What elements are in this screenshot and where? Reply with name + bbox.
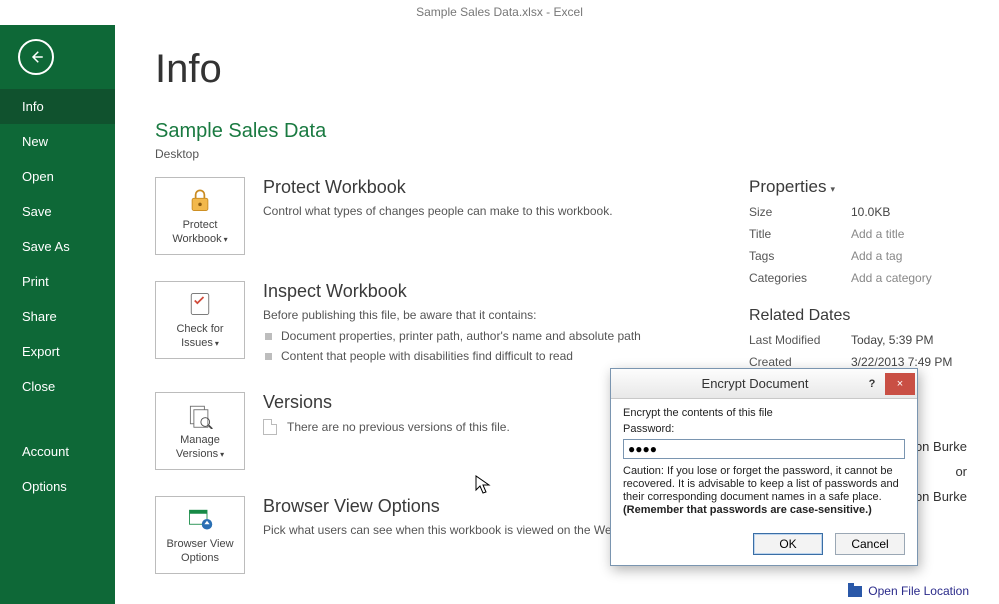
card-label: Issues▾ <box>181 336 219 351</box>
ok-button[interactable]: OK <box>753 533 823 555</box>
prop-row-categories[interactable]: Categories Add a category <box>749 271 969 285</box>
card-label: Options <box>181 551 219 565</box>
browser-view-options-button[interactable]: Browser View Options <box>155 496 245 574</box>
manage-versions-button[interactable]: Manage Versions▾ <box>155 392 245 470</box>
nav-export[interactable]: Export <box>0 334 115 369</box>
nav-new[interactable]: New <box>0 124 115 159</box>
nav-print[interactable]: Print <box>0 264 115 299</box>
dialog-caution: Caution: If you lose or forget the passw… <box>623 465 899 503</box>
dialog-titlebar[interactable]: Encrypt Document ? × <box>611 369 917 399</box>
chevron-down-icon: ▾ <box>215 339 219 348</box>
related-dates-heading: Related Dates <box>749 307 969 325</box>
protect-text: Control what types of changes people can… <box>263 204 739 218</box>
card-label: Versions▾ <box>176 447 224 462</box>
nav-share[interactable]: Share <box>0 299 115 334</box>
open-file-location-link[interactable]: Open File Location <box>848 584 969 598</box>
chevron-down-icon: ▾ <box>830 184 835 194</box>
nav-info[interactable]: Info <box>0 89 115 124</box>
inspect-text: Before publishing this file, be aware th… <box>263 308 739 322</box>
card-label: Workbook▾ <box>172 232 227 247</box>
dialog-close-button[interactable]: × <box>885 373 915 395</box>
password-input[interactable] <box>623 439 905 459</box>
dialog-help-button[interactable]: ? <box>859 373 885 395</box>
inspect-bullet: Document properties, printer path, autho… <box>263 326 739 346</box>
chevron-down-icon: ▾ <box>220 450 224 459</box>
versions-icon <box>186 401 214 429</box>
protect-workbook-button[interactable]: Protect Workbook▾ <box>155 177 245 255</box>
folder-icon <box>848 586 862 597</box>
lock-shield-icon <box>186 186 214 214</box>
prop-row-title[interactable]: Title Add a title <box>749 227 969 241</box>
document-title: Sample Sales Data <box>155 120 969 143</box>
document-icon <box>263 419 277 435</box>
nav-saveas[interactable]: Save As <box>0 229 115 264</box>
dialog-caution-note: (Remember that passwords are case-sensit… <box>623 504 872 516</box>
card-label: Protect <box>183 218 218 232</box>
card-label: Manage <box>180 433 220 447</box>
backstage-sidebar: Info New Open Save Save As Print Share E… <box>0 25 115 604</box>
prop-row-size: Size 10.0KB <box>749 205 969 219</box>
back-arrow-icon <box>27 48 45 66</box>
nav-close[interactable]: Close <box>0 369 115 404</box>
nav-save[interactable]: Save <box>0 194 115 229</box>
prop-row-last-modified: Last Modified Today, 5:39 PM <box>749 333 969 347</box>
browser-view-icon <box>186 505 214 533</box>
dialog-title: Encrypt Document <box>611 376 859 391</box>
password-label: Password: <box>623 423 905 435</box>
dialog-intro: Encrypt the contents of this file <box>623 407 905 419</box>
nav-open[interactable]: Open <box>0 159 115 194</box>
encrypt-document-dialog: Encrypt Document ? × Encrypt the content… <box>610 368 918 566</box>
window-titlebar: Sample Sales Data.xlsx - Excel <box>0 0 999 25</box>
prop-row-tags[interactable]: Tags Add a tag <box>749 249 969 263</box>
card-label: Browser View <box>166 537 233 551</box>
protect-heading: Protect Workbook <box>263 177 739 198</box>
properties-dropdown[interactable]: Properties▾ <box>749 177 969 197</box>
inspect-icon <box>186 290 214 318</box>
chevron-down-icon: ▾ <box>224 235 228 244</box>
nav-options[interactable]: Options <box>0 469 115 504</box>
page-title: Info <box>155 47 969 92</box>
document-location: Desktop <box>155 147 969 161</box>
cancel-button[interactable]: Cancel <box>835 533 905 555</box>
card-label: Check for <box>176 322 223 336</box>
check-for-issues-button[interactable]: Check for Issues▾ <box>155 281 245 359</box>
back-button[interactable] <box>18 39 54 75</box>
inspect-bullet: Content that people with disabilities fi… <box>263 346 739 366</box>
versions-text: There are no previous versions of this f… <box>287 420 510 434</box>
inspect-heading: Inspect Workbook <box>263 281 739 302</box>
prop-row-created: Created 3/22/2013 7:49 PM <box>749 355 969 369</box>
nav-account[interactable]: Account <box>0 434 115 469</box>
